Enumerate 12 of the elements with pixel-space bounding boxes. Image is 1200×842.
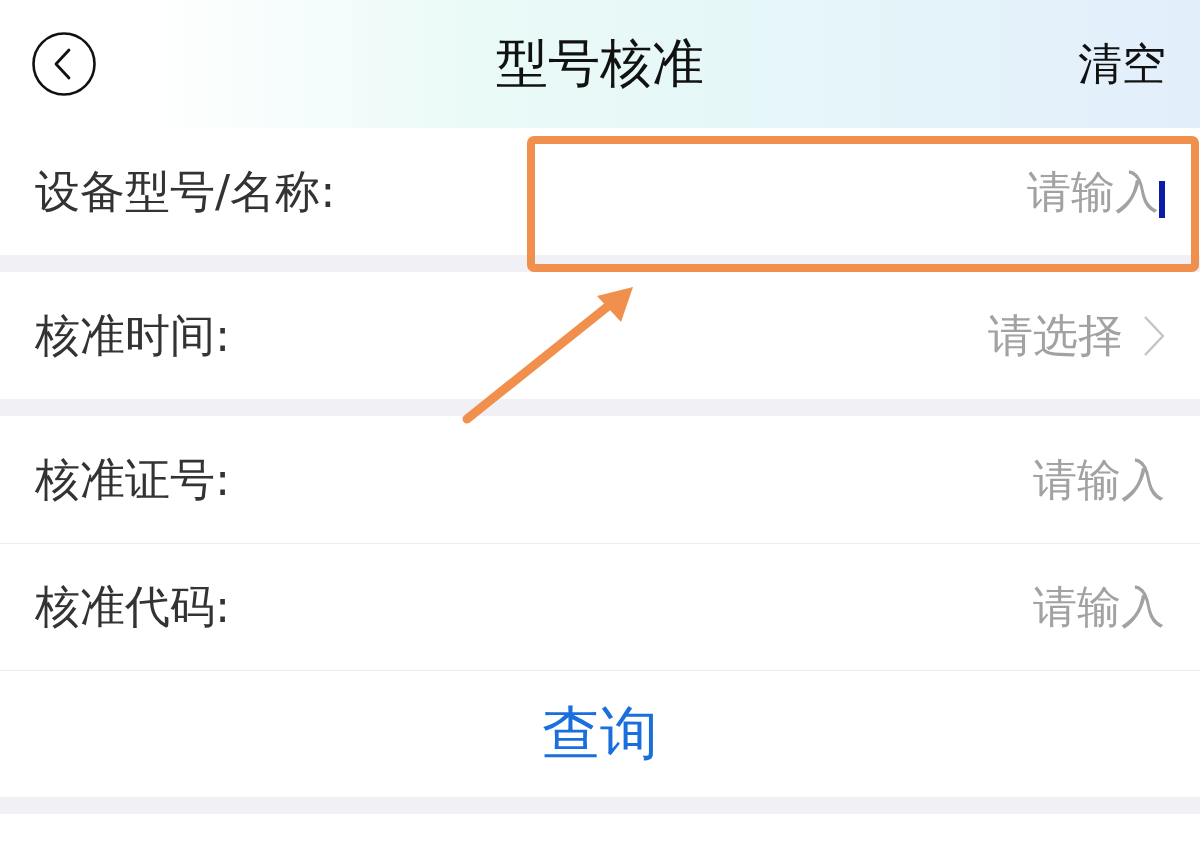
field-label: 核准时间: [35,310,231,361]
field-label: 核准代码: [35,582,231,632]
field-label: 设备型号/名称: [35,166,336,217]
clear-button[interactable]: 清空 [1078,39,1166,89]
back-icon[interactable] [32,32,96,96]
chevron-right-icon [1143,314,1165,357]
select-field[interactable]: 请选择 [988,310,1123,361]
input-field[interactable]: 请输入 [335,161,1159,222]
input-field[interactable]: 请输入 [230,577,1165,637]
page-title: 型号核准 [496,35,704,93]
field-label: 核准证号: [35,454,231,505]
input-field[interactable]: 请输入 [230,449,1165,510]
